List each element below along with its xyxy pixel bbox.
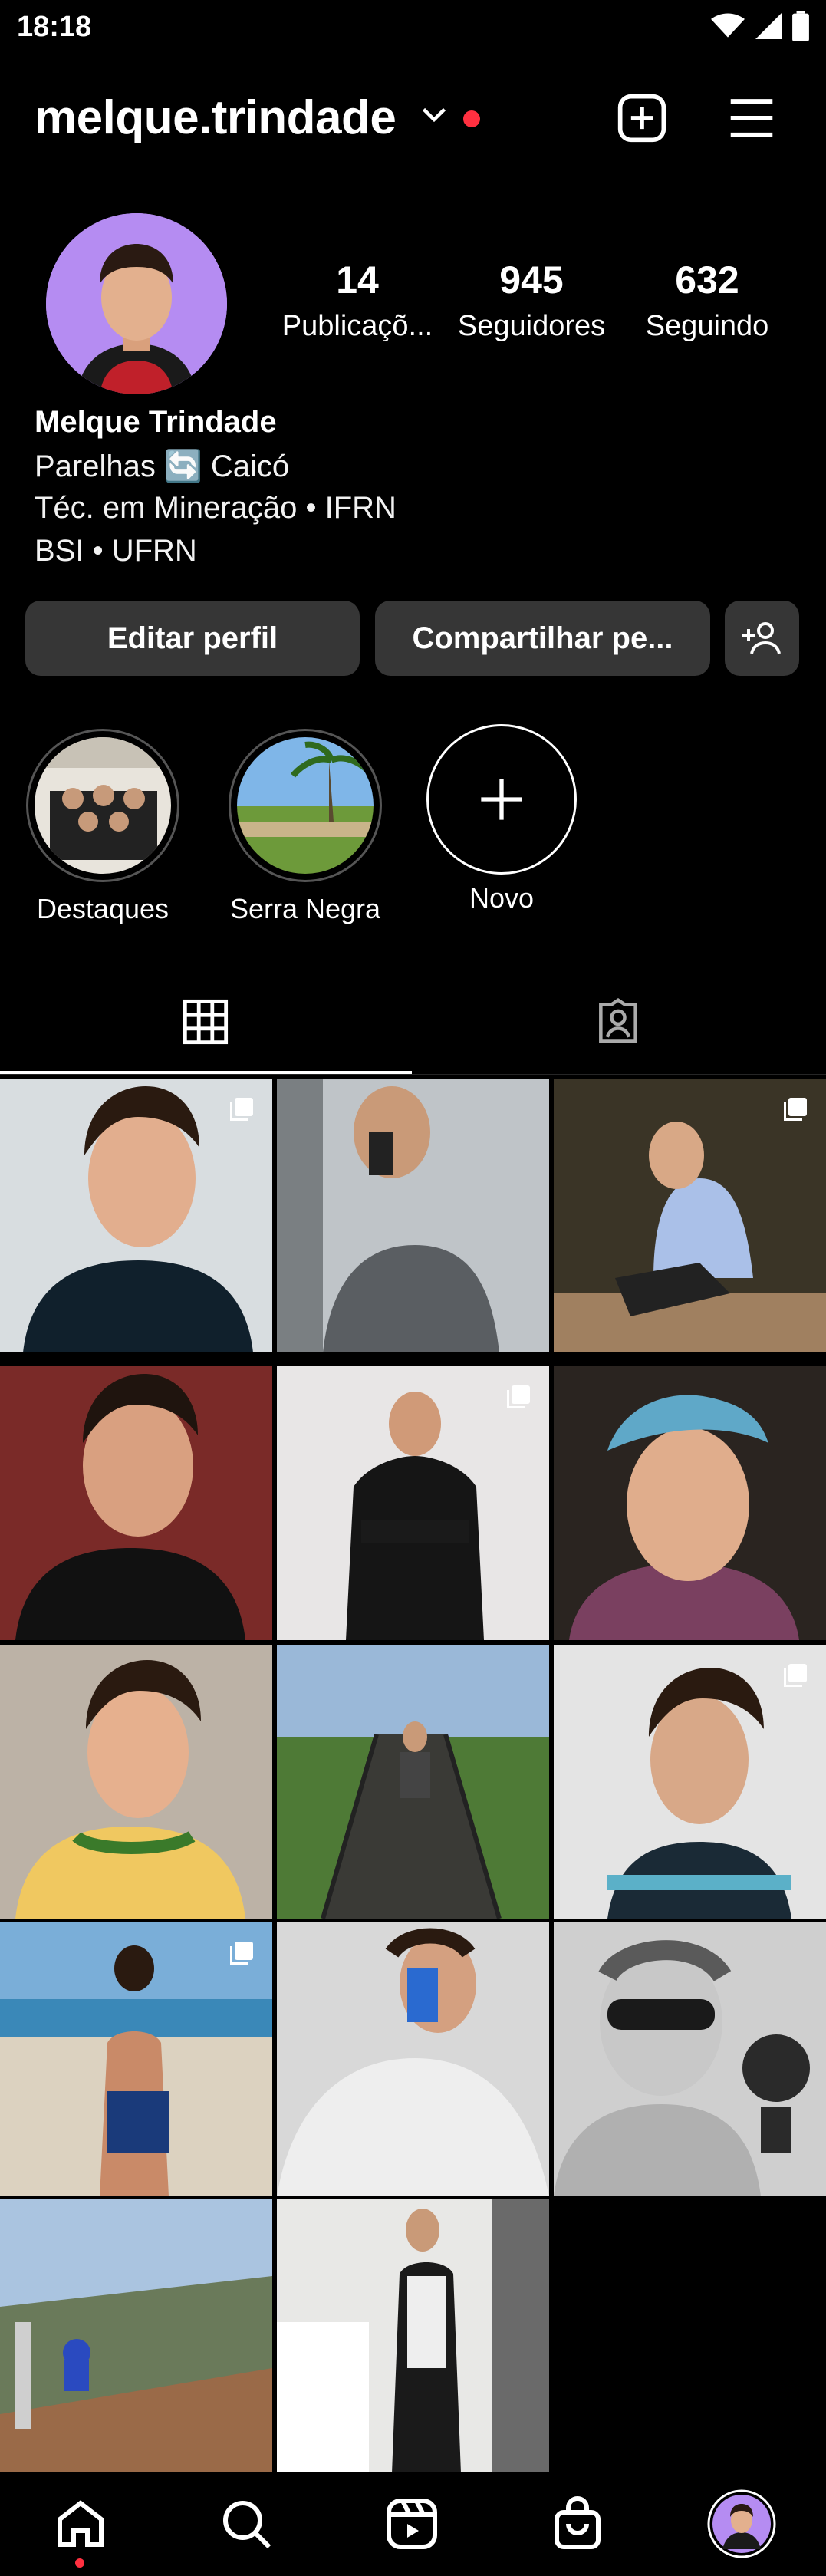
status-time: 18:18: [17, 11, 92, 43]
battery-icon: [792, 11, 809, 41]
home-icon: [58, 2500, 104, 2547]
highlight-cover-image: [35, 737, 171, 874]
tab-active-indicator: [0, 1071, 412, 1074]
home-notification-dot: [75, 2558, 84, 2568]
nav-search[interactable]: [212, 2489, 281, 2558]
profile-username[interactable]: melque.trindade: [35, 91, 397, 145]
post-thumbnail[interactable]: [277, 2199, 549, 2473]
post-thumbnail[interactable]: [554, 1645, 826, 1919]
post-thumbnail[interactable]: [0, 1645, 272, 1919]
profile-avatar-icon: [707, 2489, 776, 2558]
bottom-navigation: [0, 2472, 826, 2576]
search-icon: [223, 2501, 271, 2549]
multiple-photos-icon: [230, 1942, 253, 1965]
post-thumbnail[interactable]: [277, 1366, 549, 1640]
post-thumbnail[interactable]: [277, 1079, 549, 1352]
new-highlight-label: Novo: [469, 882, 535, 914]
posts-label: Publicaçõ...: [281, 310, 433, 342]
highlight-serra-negra[interactable]: Serra Negra: [227, 729, 383, 925]
edit-profile-button[interactable]: Editar perfil: [25, 601, 360, 676]
tagged-person-icon: [599, 997, 637, 1043]
post-thumbnail[interactable]: [554, 1922, 826, 2196]
highlight-ring: [229, 729, 382, 882]
wifi-icon: [711, 13, 745, 38]
grid-icon: [183, 999, 229, 1045]
post-thumbnail[interactable]: [0, 1922, 272, 2196]
share-profile-button[interactable]: Compartilhar pe...: [375, 601, 710, 676]
signal-icon: [755, 13, 782, 39]
add-square-icon: [617, 94, 666, 143]
highlight-cover-image: [237, 737, 374, 874]
notification-dot: [463, 110, 480, 127]
highlight-destaques[interactable]: Destaques: [25, 729, 181, 925]
bio-line-1: Parelhas 🔄 Caicó: [35, 450, 290, 483]
post-thumbnail[interactable]: [0, 1366, 272, 1640]
tab-tagged[interactable]: [587, 991, 649, 1052]
posts-count: 14: [336, 259, 379, 301]
multiple-photos-icon: [784, 1098, 807, 1121]
nav-reels[interactable]: [377, 2489, 446, 2558]
shopping-bag-icon: [555, 2496, 601, 2549]
profile-full-name: Melque Trindade: [35, 405, 277, 439]
post-thumbnail[interactable]: [554, 1079, 826, 1352]
stat-following[interactable]: 632 Seguindo: [627, 258, 787, 343]
plus-icon: [481, 779, 522, 820]
highlight-ring: [26, 729, 179, 882]
chevron-down-icon[interactable]: [420, 106, 448, 124]
following-count: 632: [675, 259, 739, 301]
new-highlight-button[interactable]: [426, 724, 577, 875]
stat-posts[interactable]: 14 Publicaçõ...: [273, 258, 442, 343]
followers-count: 945: [499, 259, 564, 301]
create-post-button[interactable]: [611, 87, 673, 149]
stat-followers[interactable]: 945 Seguidores: [446, 258, 617, 343]
multiple-photos-icon: [230, 1098, 253, 1121]
followers-label: Seguidores: [457, 310, 606, 342]
nav-shop[interactable]: [543, 2489, 612, 2558]
reels-icon: [387, 2499, 437, 2549]
profile-tabs: [0, 982, 826, 1075]
post-thumbnail[interactable]: [0, 2199, 272, 2473]
bio-line-2: Téc. em Mineração • IFRN: [35, 491, 397, 525]
nav-profile[interactable]: [707, 2489, 776, 2558]
multiple-photos-icon: [507, 1385, 530, 1408]
highlight-label: Destaques: [36, 893, 169, 924]
menu-button[interactable]: [721, 87, 782, 149]
add-person-icon: [742, 622, 781, 654]
post-thumbnail[interactable]: [277, 1922, 549, 2196]
hamburger-menu-icon: [730, 99, 773, 137]
discover-people-button[interactable]: [725, 601, 799, 676]
post-thumbnail[interactable]: [0, 1079, 272, 1352]
status-icons: [711, 11, 809, 41]
tab-posts-grid[interactable]: [175, 991, 236, 1052]
bio-line-3: BSI • UFRN: [35, 534, 197, 568]
nav-home[interactable]: [46, 2489, 115, 2558]
post-thumbnail[interactable]: [277, 1645, 549, 1919]
post-thumbnail[interactable]: [554, 1366, 826, 1640]
following-label: Seguindo: [645, 310, 769, 342]
highlight-label: Serra Negra: [229, 893, 381, 924]
multiple-photos-icon: [784, 1664, 807, 1687]
profile-avatar[interactable]: [46, 213, 227, 394]
